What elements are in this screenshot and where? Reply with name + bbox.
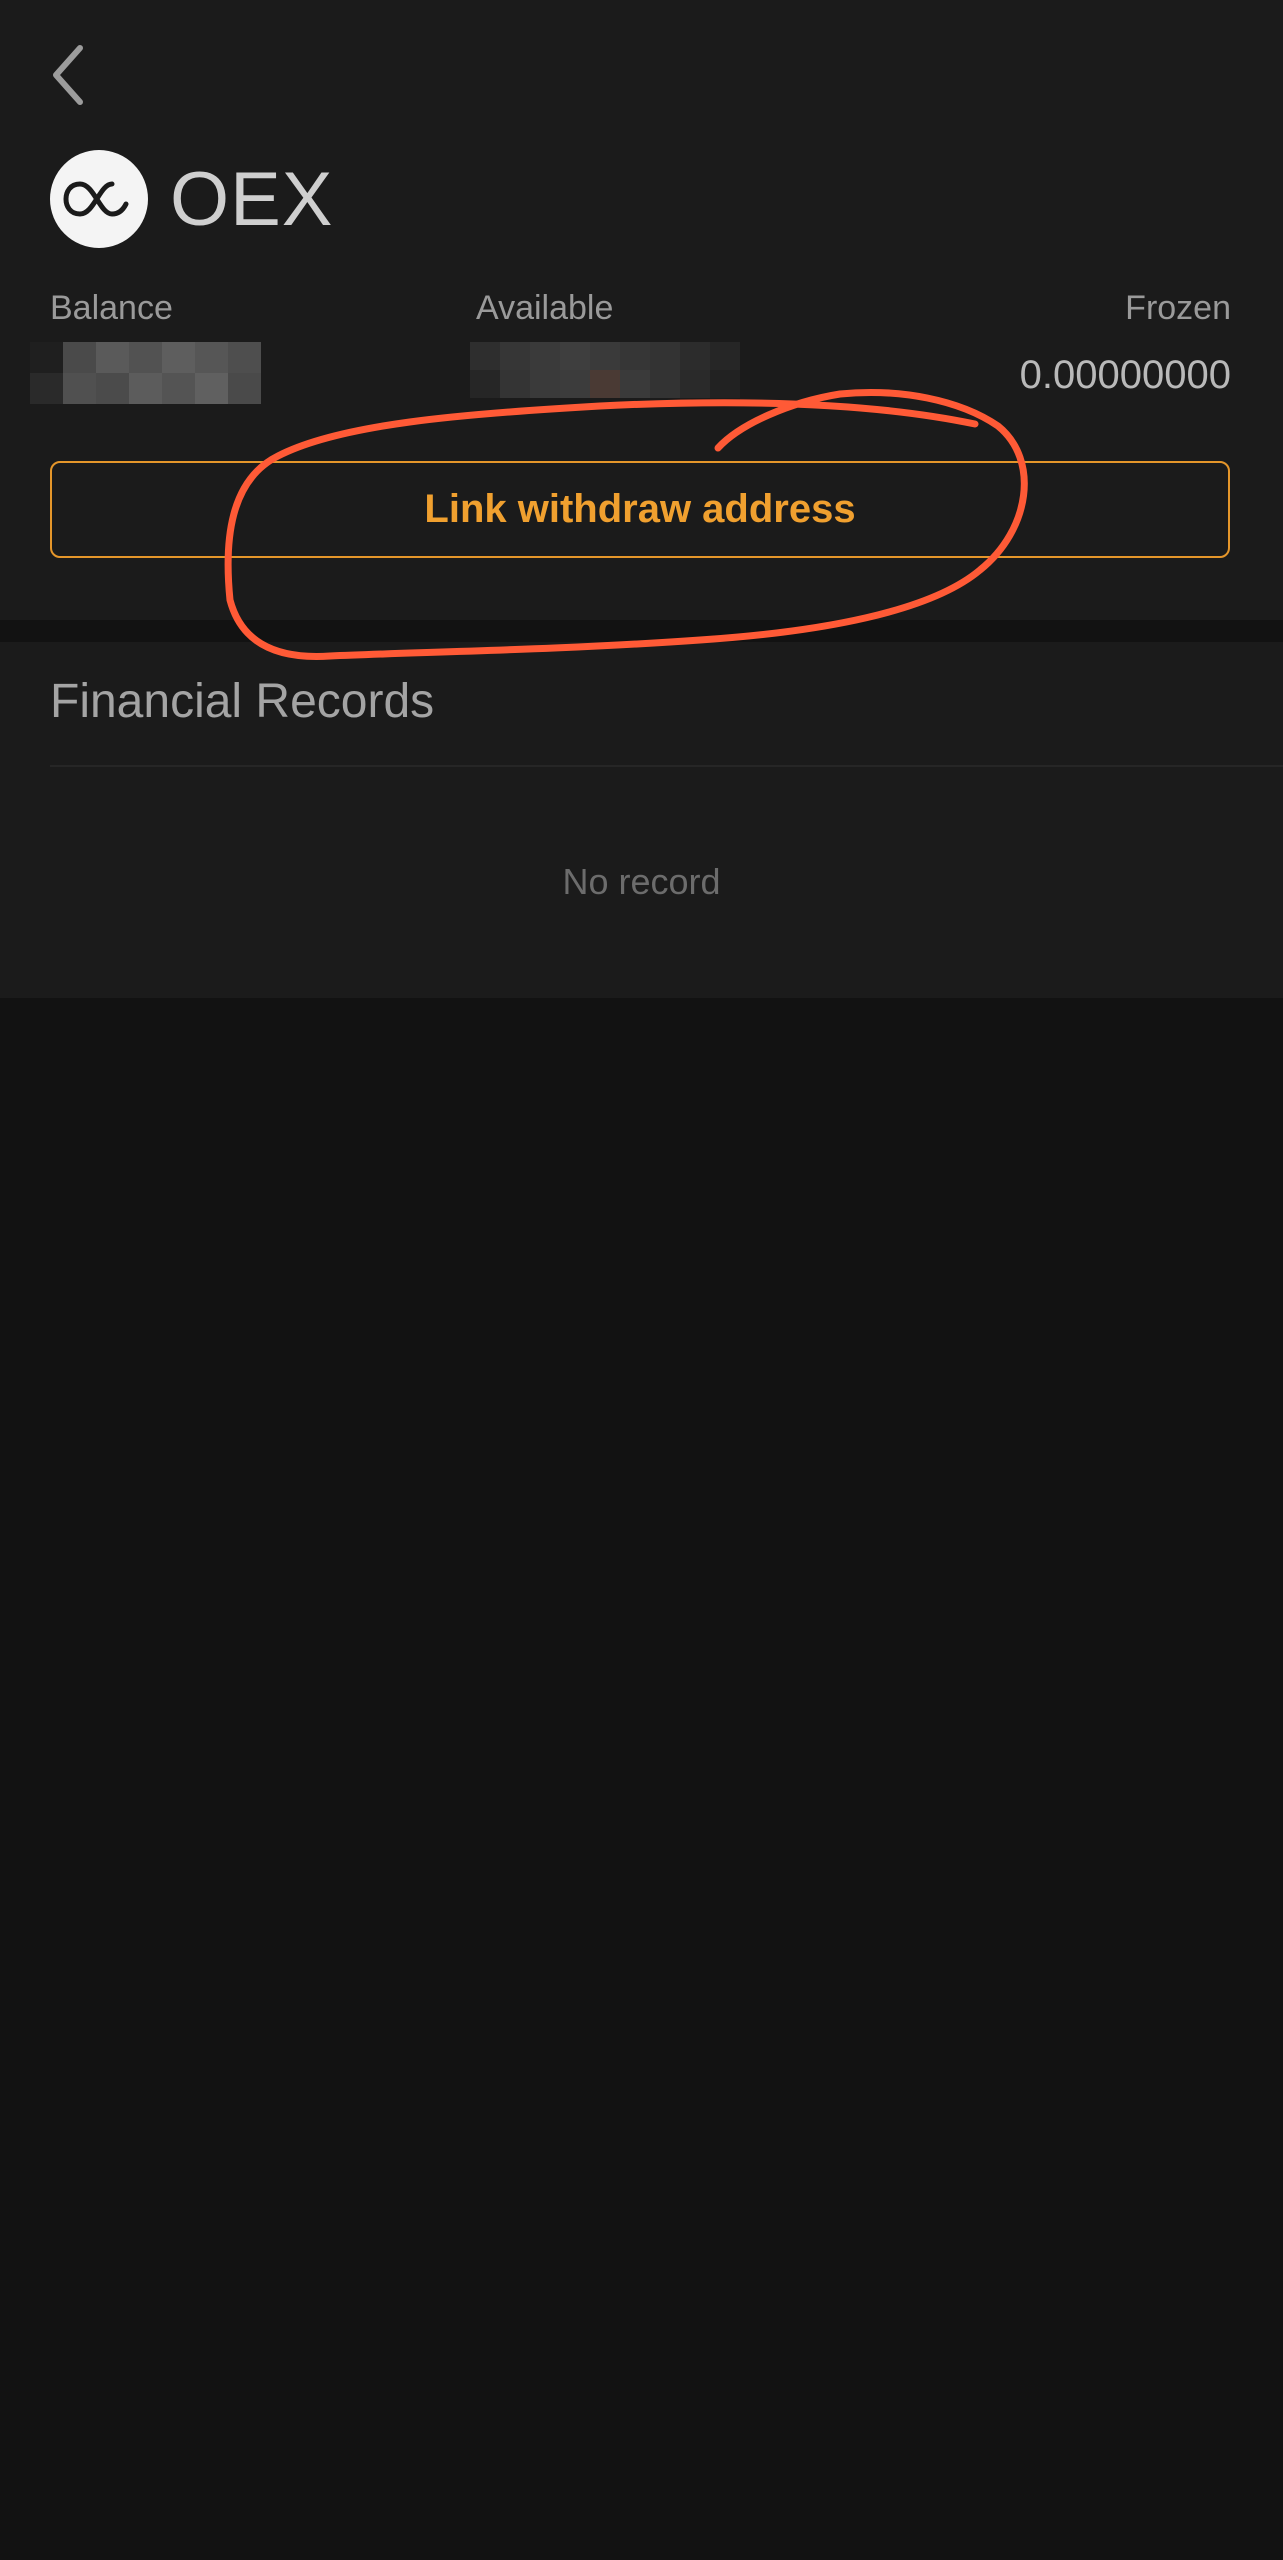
section-divider	[0, 620, 1283, 642]
back-chevron-icon[interactable]	[44, 40, 100, 110]
asset-header-panel: OEX Balance Available Frozen 12 0.000000…	[0, 0, 1283, 620]
records-separator	[50, 765, 1283, 767]
oex-logo-icon	[50, 150, 148, 248]
balance-label: Balance	[50, 289, 173, 327]
frozen-value: 0.00000000	[1019, 353, 1231, 397]
link-withdraw-address-button[interactable]: Link withdraw address	[50, 461, 1230, 558]
available-redaction-mosaic	[470, 342, 740, 398]
balance-redaction-mosaic	[30, 342, 261, 404]
no-record-text: No record	[562, 861, 721, 902]
coin-name: OEX	[170, 157, 334, 242]
financial-records-title: Financial Records	[50, 675, 435, 728]
available-label: Available	[476, 289, 614, 327]
financial-records-panel: Financial Records No record	[0, 642, 1283, 998]
frozen-label: Frozen	[1125, 289, 1231, 327]
